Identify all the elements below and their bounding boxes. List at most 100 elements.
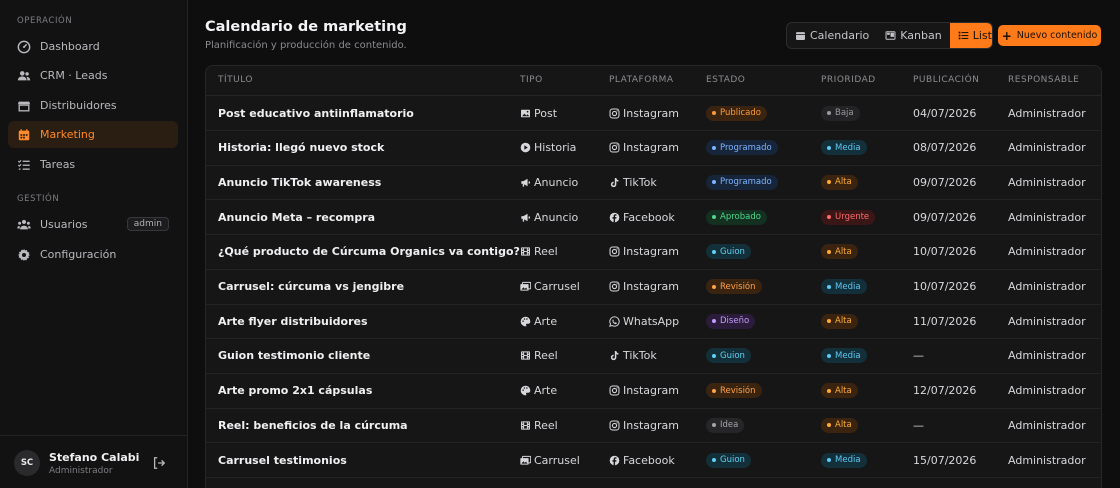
user-name: Stefano Calabi (49, 451, 140, 464)
status-label: Revisión (720, 281, 756, 292)
sidebar: OPERACIÓN Dashboard CRM · Leads Distribu… (0, 0, 188, 488)
table-row[interactable]: Reel: beneficios de la cúrcuma Reel Instag… (206, 408, 1101, 444)
status-label: Diseño (720, 316, 750, 327)
play-circle-icon (520, 142, 534, 153)
view-switcher: Calendario Kanban Lista (786, 22, 993, 49)
column-header-plataforma[interactable]: PLATAFORMA (609, 75, 674, 85)
cell-titulo[interactable]: Reel: beneficios de la cúrcuma (218, 408, 408, 442)
cell-titulo[interactable]: Historia: llegó nuevo stock (218, 131, 384, 165)
priority-badge: Media (821, 452, 867, 468)
new-content-button[interactable]: + Nuevo contenido (998, 25, 1101, 46)
tiktok-icon (609, 177, 623, 188)
palette-icon (520, 385, 534, 396)
column-header-responsable[interactable]: RESPONSABLE (1008, 75, 1079, 85)
cell-prioridad: Media (821, 443, 867, 477)
column-header-titulo[interactable]: TÍTULO (218, 75, 253, 85)
sidebar-item-usuarios[interactable]: Usuarios admin (8, 211, 178, 238)
image-icon (520, 108, 534, 119)
column-header-estado[interactable]: ESTADO (706, 75, 745, 85)
priority-badge: Alta (821, 313, 858, 329)
tipo-label: Anuncio (534, 175, 579, 189)
priority-label: Media (835, 350, 861, 361)
column-header-tipo[interactable]: TIPO (520, 75, 543, 85)
cell-tipo: Reel (520, 339, 558, 373)
sidebar-item-crm-leads[interactable]: CRM · Leads (8, 62, 178, 89)
status-dot (712, 319, 716, 324)
tiktok-icon (609, 350, 623, 361)
priority-label: Alta (835, 420, 852, 431)
tasks-icon (17, 158, 31, 172)
table-row[interactable]: Guion testimonio cliente Reel TikTok Guion M… (206, 339, 1101, 374)
cell-responsable: Administrador (1008, 314, 1086, 328)
column-header-prioridad[interactable]: PRIORIDAD (821, 75, 876, 85)
sidebar-item-label: Marketing (40, 128, 95, 141)
priority-label: Alta (835, 177, 852, 188)
table-row[interactable]: Historia: llegó nuevo stock Historia Insta… (206, 131, 1101, 166)
table-row[interactable]: Anuncio Meta – recompra Anuncio Facebook Ap… (206, 200, 1101, 236)
sidebar-item-distribuidores[interactable]: Distribuidores (8, 92, 178, 119)
cell-publicacion: — (913, 418, 924, 432)
status-badge: Idea (706, 417, 745, 433)
avatar: SC (14, 450, 40, 476)
status-badge: Aprobado (706, 209, 767, 225)
status-dot (712, 111, 716, 115)
cell-responsable: Administrador (1008, 106, 1086, 120)
priority-badge: Media (821, 348, 867, 364)
cell-titulo[interactable]: Arte flyer distribuidores (218, 304, 368, 338)
table-row[interactable]: Post educativo antiinflamatorio Post Insta… (206, 96, 1101, 131)
table-row[interactable]: Carrusel testimonios Carrusel Facebook Guio… (206, 443, 1101, 478)
table-row[interactable]: Carrusel: cúrcuma vs jengibre Carrusel Ins… (206, 270, 1101, 305)
cell-titulo[interactable]: Post educativo antiinflamatorio (218, 96, 414, 130)
sidebar-item-label: Dashboard (40, 40, 100, 53)
sidebar-item-marketing[interactable]: Marketing (8, 121, 178, 148)
sidebar-item-label: Configuración (40, 248, 117, 261)
instagram-icon (609, 246, 623, 257)
cell-responsable: Administrador (1008, 418, 1086, 432)
cell-titulo[interactable]: Anuncio TikTok awareness (218, 165, 381, 199)
cell-publicacion: 12/07/2026 (913, 384, 977, 398)
view-label: Kanban (900, 29, 942, 42)
plataforma-label: Instagram (623, 106, 679, 120)
tipo-label: Anuncio (534, 210, 579, 224)
cell-prioridad: Alta (821, 165, 858, 199)
film-icon (520, 246, 534, 257)
table-row[interactable]: Arte flyer distribuidores Arte WhatsApp Dis… (206, 304, 1101, 340)
facebook-icon (609, 455, 623, 466)
sidebar-item-label: CRM · Leads (40, 69, 108, 82)
cell-titulo[interactable]: Carrusel testimonios (218, 443, 347, 477)
cell-titulo[interactable]: Anuncio Meta – recompra (218, 200, 375, 234)
cell-tipo: Post (520, 96, 557, 130)
view-calendario-button[interactable]: Calendario (787, 23, 877, 48)
cell-titulo[interactable]: Arte promo 2x1 cápsulas (218, 374, 372, 408)
cell-prioridad: Alta (821, 304, 858, 338)
priority-label: Media (835, 455, 861, 465)
cell-titulo[interactable]: Guion testimonio cliente (218, 339, 370, 373)
table-row[interactable]: Anuncio TikTok awareness Anuncio TikTok Pro… (206, 165, 1101, 201)
cell-publicacion: 10/07/2026 (913, 245, 977, 259)
cell-plataforma: Facebook (609, 443, 675, 477)
cell-tipo: Arte (520, 304, 557, 338)
status-label: Guion (720, 246, 745, 257)
view-kanban-button[interactable]: Kanban (877, 23, 949, 48)
sidebar-item-configuracion[interactable]: Configuración (8, 241, 178, 268)
column-header-publicacion[interactable]: PUBLICACIÓN (913, 75, 979, 85)
tipo-label: Carrusel (534, 280, 580, 293)
cell-responsable: Administrador (1008, 245, 1086, 259)
sidebar-item-dashboard[interactable]: Dashboard (8, 33, 178, 60)
tipo-label: Reel (534, 245, 558, 259)
priority-label: Alta (835, 316, 852, 327)
tipo-label: Reel (534, 418, 558, 432)
cell-tipo: Historia (520, 131, 576, 165)
status-badge: Diseño (706, 313, 756, 329)
cell-estado: Revisión (706, 374, 762, 408)
store-icon (17, 99, 31, 113)
logout-icon[interactable] (152, 456, 166, 470)
priority-badge: Urgente (821, 209, 876, 225)
table-row[interactable]: Arte promo 2x1 cápsulas Arte Instagram Revi… (206, 374, 1101, 409)
table-row[interactable]: ¿Qué producto de Cúrcuma Organics va con… (206, 235, 1101, 270)
cell-titulo[interactable]: ¿Qué producto de Cúrcuma Organics va con… (218, 235, 520, 269)
cell-titulo[interactable]: Carrusel: cúrcuma vs jengibre (218, 270, 404, 304)
cell-estado: Revisión (706, 270, 762, 304)
sidebar-item-tareas[interactable]: Tareas (8, 151, 178, 178)
view-lista-button[interactable]: Lista (949, 23, 992, 48)
